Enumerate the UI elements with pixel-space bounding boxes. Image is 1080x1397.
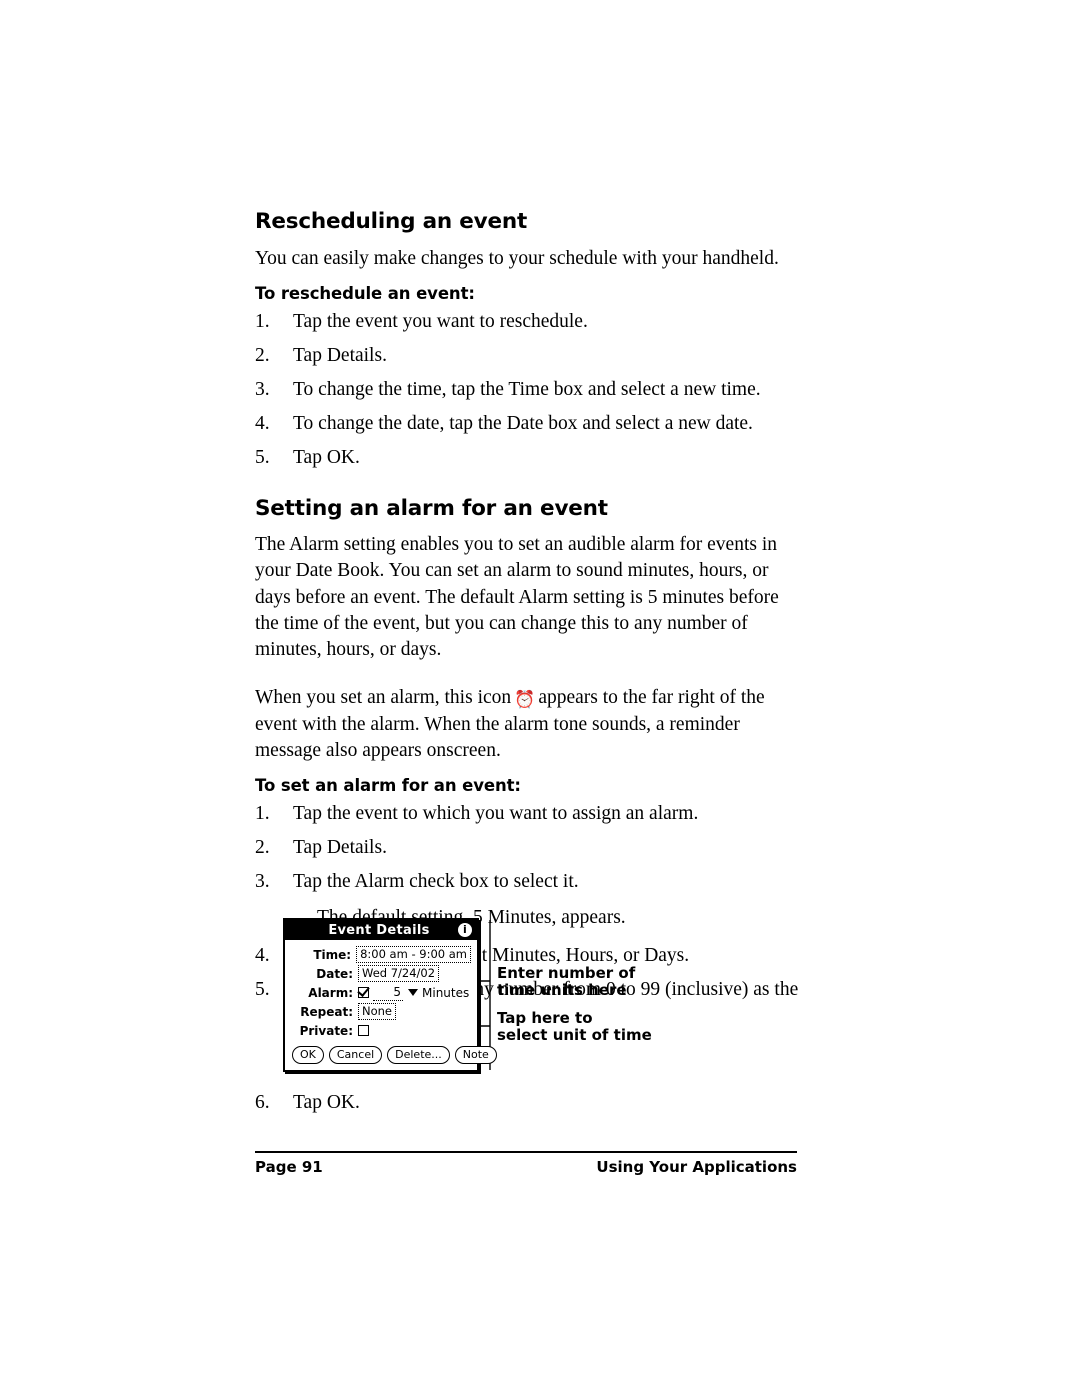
private-checkbox[interactable] [358,1025,369,1036]
chevron-down-icon[interactable] [408,989,418,996]
alarm-clock-icon: ⏰ [514,690,536,710]
delete-button[interactable]: Delete... [387,1046,450,1064]
callout-line-2: time units here [497,981,627,1000]
private-label: Private: [299,1023,353,1038]
callout-line-1: Enter number of [497,964,636,982]
subheading-to-set-alarm: To set an alarm for an event: [255,776,521,796]
step-number: 6. [255,1092,270,1113]
list-item: 1. Tap the event you want to reschedule. [255,309,800,335]
ok-button[interactable]: OK [292,1046,324,1064]
footer-page-number: Page 91 [255,1158,323,1176]
time-label: Time: [313,947,352,962]
step-number: 3. [255,378,270,400]
list-item: 3. Tap the Alarm check box to select it. [255,869,800,895]
callout-enter-number: Enter number of time units here [497,964,636,1000]
dialog-titlebar: Event Details i [285,920,477,940]
date-value-field[interactable]: Wed 7/24/02 [358,965,440,982]
list-item: 3. To change the time, tap the Time box … [255,377,800,403]
list-item: 1. Tap the event to which you want to as… [255,801,800,827]
date-label: Date: [316,966,353,981]
page-content: Rescheduling an event You can easily mak… [255,209,800,1036]
cancel-button[interactable]: Cancel [328,1046,383,1064]
step-number: 2. [255,344,270,366]
step-text: Tap the event you want to reschedule. [293,310,588,332]
step-number: 3. [255,870,270,892]
rescheduling-intro-paragraph: You can easily make changes to your sche… [255,247,779,269]
alarm-paragraph-before: When you set an alarm, this icon [255,687,512,709]
alarm-number-input[interactable]: 5 [373,985,403,1001]
repeat-value-field[interactable]: None [358,1003,397,1020]
field-row-alarm: Alarm: 5 Minutes [291,983,471,1002]
reschedule-steps-list: 1. Tap the event you want to reschedule.… [255,309,800,471]
step-number: 1. [255,803,270,825]
field-row-repeat: Repeat: None [291,1002,471,1021]
time-value-field[interactable]: 8:00 am - 9:00 am [356,946,471,963]
field-row-time: Time: 8:00 am - 9:00 am [291,945,471,964]
step-number: 5. [255,446,270,468]
alarm-label: Alarm: [308,985,353,1000]
step-number: 5. [255,978,270,1000]
list-item: 2. Tap Details. [255,343,800,369]
callout-line-1: Tap here to [497,1009,593,1027]
step-number: 1. [255,310,270,332]
list-item: 5. Tap OK. [255,445,800,471]
list-item: 4. To change the date, tap the Date box … [255,411,800,437]
dialog-button-row: OK Cancel Delete... Note [285,1040,497,1064]
document-page: Rescheduling an event You can easily mak… [0,0,1080,1397]
step-number: 4. [255,412,270,434]
step-text: Tap the event to which you want to assig… [293,803,699,825]
page-footer: Page 91 Using Your Applications [255,1158,797,1176]
section-heading-setting-alarm: Setting an alarm for an event [255,495,608,521]
alarm-description-paragraph: The Alarm setting enables you to set an … [255,534,779,661]
section-heading-rescheduling: Rescheduling an event [255,209,528,234]
note-button[interactable]: Note [454,1046,497,1064]
list-item: 2. Tap Details. [255,835,800,861]
footer-divider [255,1151,797,1153]
step-text: To change the time, tap the Time box and… [293,378,761,400]
repeat-label: Repeat: [300,1004,353,1019]
step-text: Tap OK. [293,446,360,468]
footer-section-title: Using Your Applications [596,1158,797,1176]
step-number: 2. [255,836,270,858]
event-details-figure: Event Details i Time: 8:00 am - 9:00 am … [283,918,703,1088]
subheading-to-reschedule: To reschedule an event: [255,283,475,303]
step-number: 4. [255,944,270,966]
dialog-title: Event Details [328,922,430,938]
callout-line-2: select unit of time [497,1026,652,1045]
info-icon[interactable]: i [458,923,472,937]
alarm-checkbox[interactable] [358,987,369,998]
alarm-steps-list-part3: 6. Tap OK. [255,1090,800,1124]
event-details-dialog[interactable]: Event Details i Time: 8:00 am - 9:00 am … [283,918,497,1072]
step-text: Tap Details. [293,344,387,366]
step-text: Tap the Alarm check box to select it. [293,870,579,892]
field-row-private: Private: [291,1021,471,1040]
step-text: Tap OK. [293,1092,360,1113]
alarm-icon-paragraph: When you set an alarm, this icon ⏰ appears… [255,685,800,764]
step-text: To change the date, tap the Date box and… [293,412,753,434]
field-row-date: Date: Wed 7/24/02 [291,964,471,983]
list-item: 6. Tap OK. [255,1090,800,1116]
alarm-steps-list-part1: 1. Tap the event to which you want to as… [255,801,800,895]
dialog-body: Time: 8:00 am - 9:00 am Date: Wed 7/24/0… [285,940,477,1040]
callout-tap-here: Tap here to select unit of time [497,1009,652,1045]
alarm-unit-picker[interactable]: Minutes [422,986,469,1000]
step-text: Tap Details. [293,836,387,858]
